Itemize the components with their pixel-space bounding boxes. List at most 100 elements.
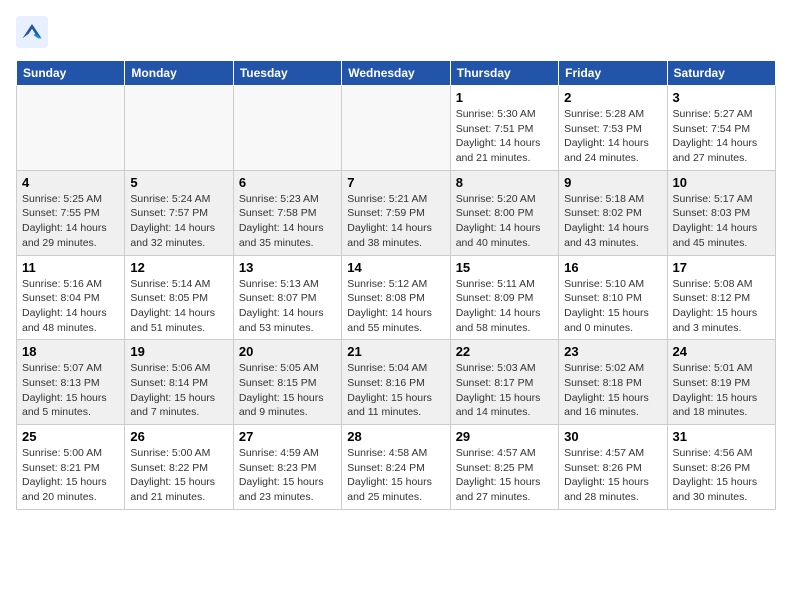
day-cell-6: 6 Sunrise: 5:23 AM Sunset: 7:58 PM Daylig… [233, 170, 341, 255]
day-number: 17 [673, 260, 770, 275]
day-number: 6 [239, 175, 336, 190]
day-number: 5 [130, 175, 227, 190]
day-cell-1: 1 Sunrise: 5:30 AM Sunset: 7:51 PM Daylig… [450, 86, 558, 171]
week-row-2: 4 Sunrise: 5:25 AM Sunset: 7:55 PM Daylig… [17, 170, 776, 255]
day-info: Sunrise: 5:24 AM Sunset: 7:57 PM Dayligh… [130, 192, 227, 251]
day-info: Sunrise: 4:57 AM Sunset: 8:26 PM Dayligh… [564, 446, 661, 505]
calendar-body: 1 Sunrise: 5:30 AM Sunset: 7:51 PM Daylig… [17, 86, 776, 510]
day-cell-26: 26Sunrise: 5:00 AM Sunset: 8:22 PM Dayli… [125, 425, 233, 510]
day-number: 9 [564, 175, 661, 190]
day-cell-21: 21Sunrise: 5:04 AM Sunset: 8:16 PM Dayli… [342, 340, 450, 425]
empty-cell [233, 86, 341, 171]
day-number: 20 [239, 344, 336, 359]
day-info: Sunrise: 5:27 AM Sunset: 7:54 PM Dayligh… [673, 107, 770, 166]
day-cell-31: 31Sunrise: 4:56 AM Sunset: 8:26 PM Dayli… [667, 425, 775, 510]
day-cell-22: 22 Sunrise: 5:03 AM Sunset: 8:17 PM Dayli… [450, 340, 558, 425]
day-number: 10 [673, 175, 770, 190]
day-info: Sunrise: 5:25 AM Sunset: 7:55 PM Dayligh… [22, 192, 119, 251]
week-row-4: 18 Sunrise: 5:07 AM Sunset: 8:13 PM Dayli… [17, 340, 776, 425]
day-cell-8: 8 Sunrise: 5:20 AM Sunset: 8:00 PM Daylig… [450, 170, 558, 255]
day-cell-16: 16 Sunrise: 5:10 AM Sunset: 8:10 PM Dayli… [559, 255, 667, 340]
day-info: Sunrise: 5:00 AM Sunset: 8:21 PM Dayligh… [22, 446, 119, 505]
empty-cell [125, 86, 233, 171]
day-cell-27: 27 Sunrise: 4:59 AM Sunset: 8:23 PM Dayli… [233, 425, 341, 510]
day-cell-29: 29 Sunrise: 4:57 AM Sunset: 8:25 PM Dayli… [450, 425, 558, 510]
day-info: Sunrise: 5:06 AM Sunset: 8:14 PM Dayligh… [130, 361, 227, 420]
day-cell-25: 25 Sunrise: 5:00 AM Sunset: 8:21 PM Dayli… [17, 425, 125, 510]
day-info: Sunrise: 5:08 AM Sunset: 8:12 PM Dayligh… [673, 277, 770, 336]
day-number: 19 [130, 344, 227, 359]
weekday-monday: Monday [125, 61, 233, 86]
day-info: Sunrise: 5:30 AM Sunset: 7:51 PM Dayligh… [456, 107, 553, 166]
day-info: Sunrise: 4:57 AM Sunset: 8:25 PM Dayligh… [456, 446, 553, 505]
day-info: Sunrise: 5:07 AM Sunset: 8:13 PM Dayligh… [22, 361, 119, 420]
day-number: 25 [22, 429, 119, 444]
day-info: Sunrise: 5:11 AM Sunset: 8:09 PM Dayligh… [456, 277, 553, 336]
day-number: 3 [673, 90, 770, 105]
logo [16, 16, 52, 48]
day-number: 28 [347, 429, 444, 444]
day-cell-23: 23 Sunrise: 5:02 AM Sunset: 8:18 PM Dayli… [559, 340, 667, 425]
day-cell-17: 17 Sunrise: 5:08 AM Sunset: 8:12 PM Dayli… [667, 255, 775, 340]
weekday-tuesday: Tuesday [233, 61, 341, 86]
day-number: 16 [564, 260, 661, 275]
day-cell-13: 13Sunrise: 5:13 AM Sunset: 8:07 PM Dayli… [233, 255, 341, 340]
day-info: Sunrise: 5:05 AM Sunset: 8:15 PM Dayligh… [239, 361, 336, 420]
day-number: 21 [347, 344, 444, 359]
weekday-header-row: SundayMondayTuesdayWednesdayThursdayFrid… [17, 61, 776, 86]
day-number: 22 [456, 344, 553, 359]
logo-icon [16, 16, 48, 48]
day-cell-20: 20 Sunrise: 5:05 AM Sunset: 8:15 PM Dayli… [233, 340, 341, 425]
page-header [16, 16, 776, 48]
day-cell-4: 4 Sunrise: 5:25 AM Sunset: 7:55 PM Daylig… [17, 170, 125, 255]
day-info: Sunrise: 5:18 AM Sunset: 8:02 PM Dayligh… [564, 192, 661, 251]
day-info: Sunrise: 5:16 AM Sunset: 8:04 PM Dayligh… [22, 277, 119, 336]
day-number: 24 [673, 344, 770, 359]
day-cell-9: 9 Sunrise: 5:18 AM Sunset: 8:02 PM Daylig… [559, 170, 667, 255]
day-cell-7: 7Sunrise: 5:21 AM Sunset: 7:59 PM Daylig… [342, 170, 450, 255]
day-info: Sunrise: 5:17 AM Sunset: 8:03 PM Dayligh… [673, 192, 770, 251]
day-number: 18 [22, 344, 119, 359]
weekday-wednesday: Wednesday [342, 61, 450, 86]
day-cell-15: 15 Sunrise: 5:11 AM Sunset: 8:09 PM Dayli… [450, 255, 558, 340]
day-cell-12: 12 Sunrise: 5:14 AM Sunset: 8:05 PM Dayli… [125, 255, 233, 340]
day-info: Sunrise: 5:20 AM Sunset: 8:00 PM Dayligh… [456, 192, 553, 251]
day-number: 12 [130, 260, 227, 275]
day-info: Sunrise: 5:00 AM Sunset: 8:22 PM Dayligh… [130, 446, 227, 505]
day-info: Sunrise: 4:59 AM Sunset: 8:23 PM Dayligh… [239, 446, 336, 505]
day-cell-28: 28 Sunrise: 4:58 AM Sunset: 8:24 PM Dayli… [342, 425, 450, 510]
day-info: Sunrise: 5:03 AM Sunset: 8:17 PM Dayligh… [456, 361, 553, 420]
day-info: Sunrise: 5:02 AM Sunset: 8:18 PM Dayligh… [564, 361, 661, 420]
day-info: Sunrise: 4:58 AM Sunset: 8:24 PM Dayligh… [347, 446, 444, 505]
week-row-5: 25 Sunrise: 5:00 AM Sunset: 8:21 PM Dayli… [17, 425, 776, 510]
weekday-friday: Friday [559, 61, 667, 86]
day-number: 11 [22, 260, 119, 275]
day-cell-18: 18 Sunrise: 5:07 AM Sunset: 8:13 PM Dayli… [17, 340, 125, 425]
day-info: Sunrise: 5:01 AM Sunset: 8:19 PM Dayligh… [673, 361, 770, 420]
day-number: 4 [22, 175, 119, 190]
day-info: Sunrise: 5:23 AM Sunset: 7:58 PM Dayligh… [239, 192, 336, 251]
day-number: 29 [456, 429, 553, 444]
day-number: 14 [347, 260, 444, 275]
day-cell-2: 2Sunrise: 5:28 AM Sunset: 7:53 PM Daylig… [559, 86, 667, 171]
day-info: Sunrise: 5:10 AM Sunset: 8:10 PM Dayligh… [564, 277, 661, 336]
day-info: Sunrise: 5:14 AM Sunset: 8:05 PM Dayligh… [130, 277, 227, 336]
day-cell-11: 11 Sunrise: 5:16 AM Sunset: 8:04 PM Dayli… [17, 255, 125, 340]
week-row-3: 11 Sunrise: 5:16 AM Sunset: 8:04 PM Dayli… [17, 255, 776, 340]
empty-cell [342, 86, 450, 171]
day-number: 8 [456, 175, 553, 190]
day-cell-3: 3 Sunrise: 5:27 AM Sunset: 7:54 PM Daylig… [667, 86, 775, 171]
day-number: 27 [239, 429, 336, 444]
day-number: 7 [347, 175, 444, 190]
day-info: Sunrise: 5:12 AM Sunset: 8:08 PM Dayligh… [347, 277, 444, 336]
day-cell-30: 30Sunrise: 4:57 AM Sunset: 8:26 PM Dayli… [559, 425, 667, 510]
day-number: 1 [456, 90, 553, 105]
day-number: 23 [564, 344, 661, 359]
day-number: 15 [456, 260, 553, 275]
day-number: 2 [564, 90, 661, 105]
day-cell-14: 14 Sunrise: 5:12 AM Sunset: 8:08 PM Dayli… [342, 255, 450, 340]
day-cell-5: 5 Sunrise: 5:24 AM Sunset: 7:57 PM Daylig… [125, 170, 233, 255]
day-cell-10: 10 Sunrise: 5:17 AM Sunset: 8:03 PM Dayli… [667, 170, 775, 255]
day-info: Sunrise: 4:56 AM Sunset: 8:26 PM Dayligh… [673, 446, 770, 505]
day-info: Sunrise: 5:13 AM Sunset: 8:07 PM Dayligh… [239, 277, 336, 336]
